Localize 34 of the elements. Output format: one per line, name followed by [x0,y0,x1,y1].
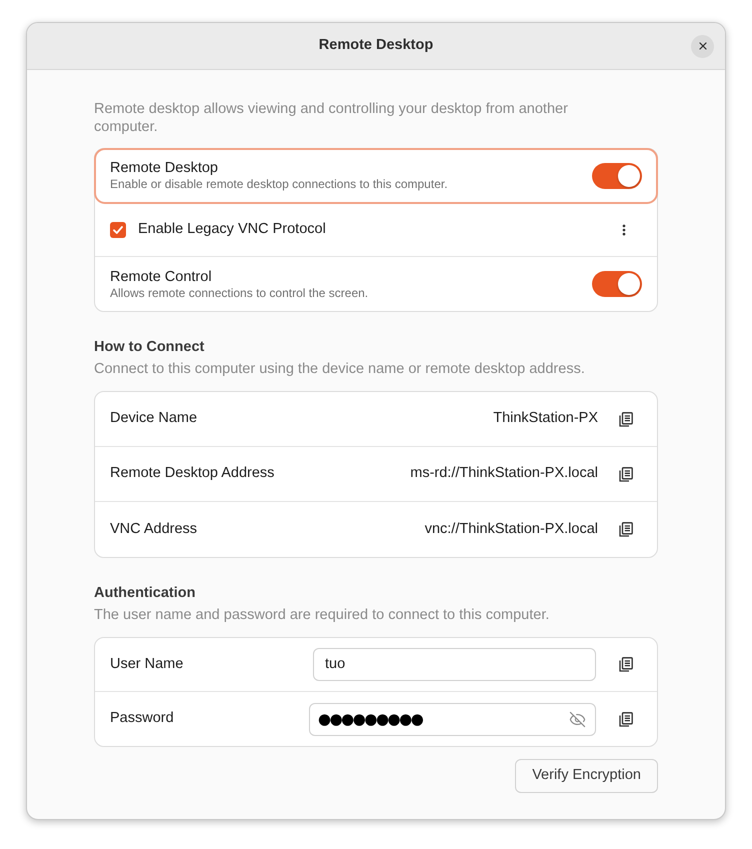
copy-icon [619,657,633,672]
row-title: Remote Control [110,268,213,286]
checkbox[interactable] [110,222,126,238]
username-field[interactable]: tuo [313,648,596,681]
verify-encryption-button[interactable]: Verify Encryption [515,759,658,793]
row-subtitle: Enable or disable remote desktop connections to this computer. [110,177,449,192]
info-label: Device Name [110,409,198,428]
info-value: ThinkStation-PX [493,409,598,428]
info-value: vnc://ThinkStation-PX.local [424,520,598,539]
section-heading: Authentication [94,584,196,602]
eye-slash-icon[interactable] [569,710,586,728]
section-description: Connect to this computer using the device name or remote desktop address. [94,360,586,378]
toggle-switch[interactable] [592,271,642,297]
copy-icon [619,522,633,537]
info-label: Remote Desktop Address [110,464,276,484]
field-label: Password [110,709,175,728]
field-label: User Name [110,654,184,674]
close-button[interactable] [691,34,714,58]
section-heading: How to Connect [94,338,206,356]
copy-icon [619,712,633,726]
window-title: Remote Desktop [318,36,434,56]
close-icon [696,40,708,52]
section-description: The user name and password are required to connect to this computer. [94,606,550,624]
info-label: VNC Address [110,520,198,539]
toggle-switch[interactable] [592,162,642,188]
focused-row[interactable]: Remote Desktop Enable or disable remote desktop connections to this computer. [95,149,657,203]
intro-text: Remote desktop allows viewing and controlling your desktop from another computer. [94,100,569,136]
copy-icon [619,412,633,426]
row-title: Remote Desktop [110,159,219,177]
row-subtitle: Allows remote connections to control the screen. [110,286,370,300]
checkbox-label[interactable]: Enable Legacy VNC Protocol [138,218,596,240]
password-field[interactable]: ●●●●●●●●● [309,702,596,736]
copy-icon [619,466,633,482]
info-value: ms-rd://ThinkStation-PX.local [410,464,598,484]
